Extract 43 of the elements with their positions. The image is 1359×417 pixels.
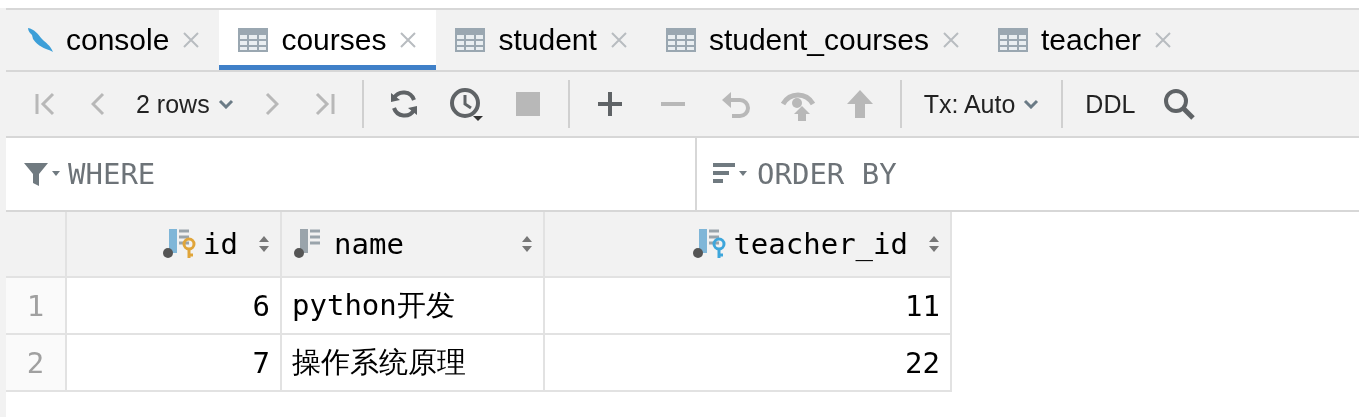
table-icon (664, 27, 697, 53)
order-by-field[interactable]: ORDER BY (755, 156, 1359, 192)
previous-icon (91, 92, 105, 116)
table-cell: 6 (67, 278, 282, 335)
close-icon (608, 30, 629, 50)
clock-icon (447, 86, 484, 122)
table-cell: 22 (545, 335, 952, 392)
column-header[interactable]: id (67, 212, 282, 278)
close-icon (398, 30, 419, 50)
column-header[interactable]: name (282, 212, 545, 278)
sort-arrows-icon (258, 235, 270, 253)
tab[interactable]: student (436, 10, 647, 70)
table-cell: python开发 (282, 278, 545, 335)
table-icon (237, 27, 270, 53)
next-icon (264, 92, 279, 116)
row-number: 2 (6, 335, 67, 392)
close-icon (1153, 30, 1174, 50)
caret-icon (217, 99, 234, 109)
table-cell: 11 (545, 278, 952, 335)
sort-arrows-icon (521, 235, 533, 253)
row-number: 1 (6, 278, 67, 335)
ddl-button[interactable]: DDL (1075, 83, 1146, 125)
primary-key-column-icon (161, 227, 198, 261)
close-icon (941, 30, 961, 50)
table-cell: 操作系统原理 (282, 335, 545, 392)
tab[interactable]: courses (219, 10, 437, 70)
tab[interactable]: teacher (979, 10, 1192, 70)
table-icon (454, 27, 487, 53)
tab[interactable]: student_courses (646, 10, 979, 70)
minus-icon (658, 101, 687, 107)
first-page-icon (35, 92, 55, 116)
last-page-icon (314, 92, 335, 116)
sort-arrows-icon (928, 235, 940, 253)
tab[interactable]: console (6, 10, 220, 70)
transaction-mode-dropdown[interactable]: Tx: Auto (913, 83, 1050, 125)
foreign-key-column-icon (691, 227, 728, 261)
rows-dropdown[interactable]: 2 rows (126, 83, 244, 125)
table-icon (997, 27, 1029, 53)
where-filter-field[interactable]: WHERE (66, 156, 670, 192)
column-header[interactable]: teacher_id (545, 212, 952, 278)
caret-icon (1023, 99, 1040, 109)
table-cell: 7 (67, 335, 282, 392)
close-icon (181, 30, 202, 50)
